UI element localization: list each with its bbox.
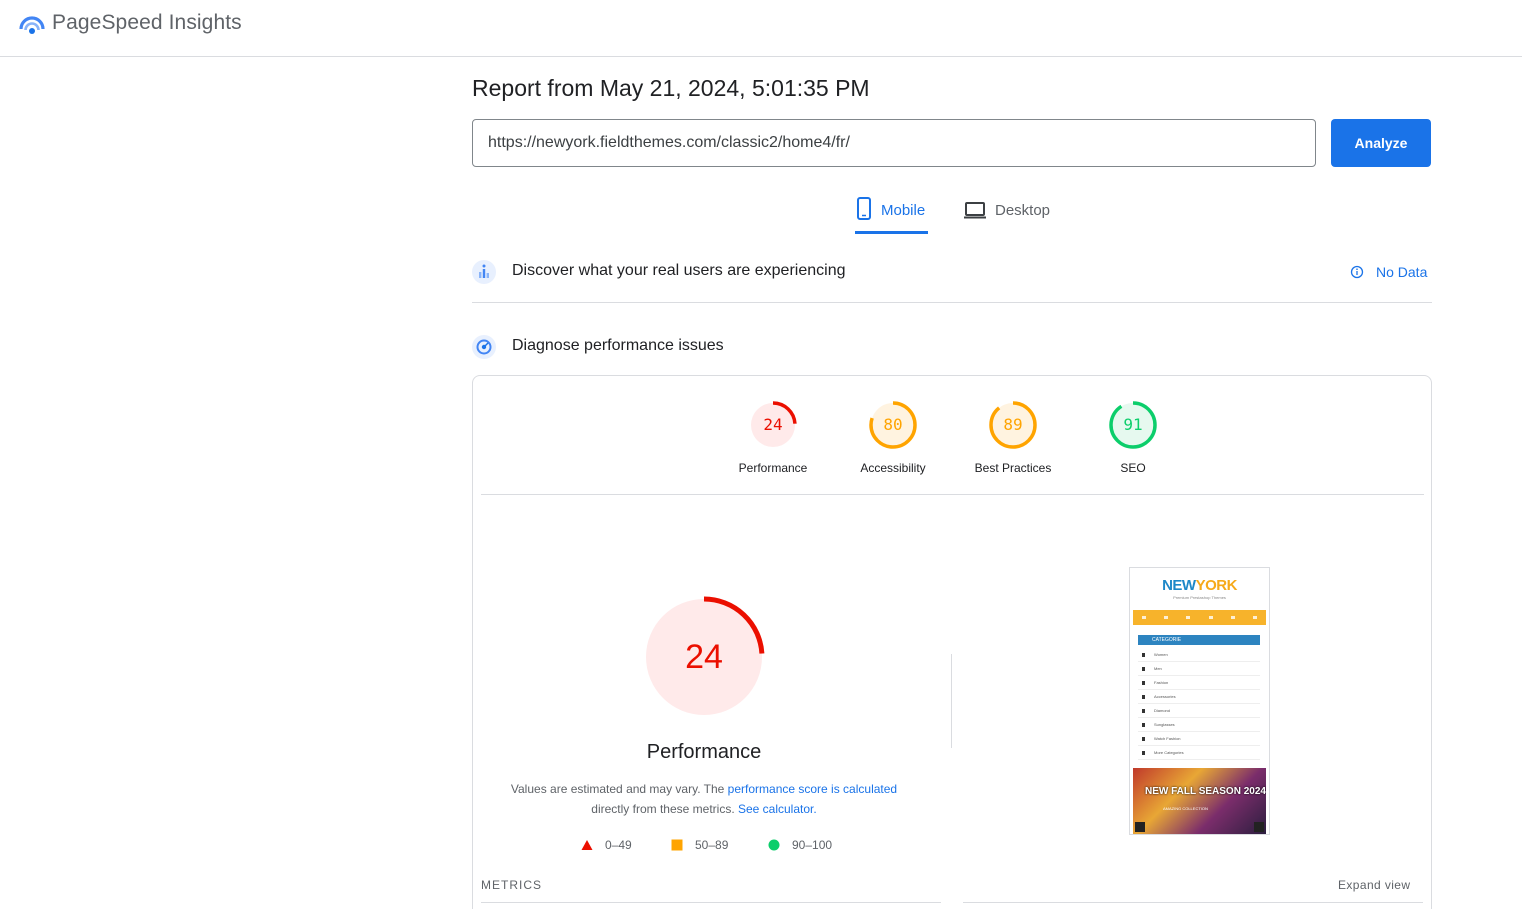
list-item: Sunglasses — [1138, 718, 1260, 732]
laptop-icon — [964, 202, 986, 219]
info-icon — [1350, 265, 1364, 279]
screenshot-toolbar — [1133, 610, 1266, 625]
url-input[interactable] — [472, 119, 1316, 167]
section-divider — [472, 302, 1432, 303]
screenshot-category-list: Women Men Fashion Accessories Diamond Su… — [1138, 648, 1260, 760]
report-title: Report from May 21, 2024, 5:01:35 PM — [472, 75, 870, 101]
gauge-performance[interactable]: 24 — [743, 400, 803, 450]
screenshot-logo: NEWYORK — [1162, 577, 1237, 594]
gauge-accessibility-label[interactable]: Accessibility — [833, 461, 953, 475]
brand-name[interactable]: PageSpeed Insights — [52, 11, 242, 35]
phone-icon — [857, 197, 871, 220]
field-data-title: Discover what your real users are experi… — [512, 262, 846, 279]
legend-fail-range: 0–49 — [605, 838, 632, 852]
note-mid: directly from these metrics. — [591, 802, 738, 816]
legend-pass: 90–100 — [768, 838, 832, 852]
see-calculator-link[interactable]: See calculator. — [738, 802, 817, 816]
list-item: Men — [1138, 662, 1260, 676]
screenshot-banner-subtitle: AMAZING COLLECTION — [1163, 806, 1208, 811]
score-calculated-link[interactable]: performance score is calculated — [728, 782, 897, 796]
screenshot-category-bar: CATEGORIE — [1138, 635, 1260, 645]
screenshot-zoom-icon — [1135, 822, 1145, 832]
tab-mobile[interactable]: Mobile — [855, 196, 928, 234]
gauge-accessibility-value: 80 — [883, 415, 903, 434]
vertical-separator — [951, 654, 952, 748]
legend-pass-range: 90–100 — [792, 838, 833, 852]
gauge-performance-value: 24 — [763, 415, 783, 434]
performance-title: Performance — [646, 741, 762, 763]
metrics-heading: METRICS — [481, 878, 542, 892]
users-chart-icon — [472, 260, 496, 284]
screenshot-subtitle: Premium Prestashop Themes — [1173, 595, 1226, 600]
top-bar: PageSpeed Insights — [0, 0, 1522, 57]
square-icon — [671, 839, 683, 851]
legend-average-range: 50–89 — [695, 838, 729, 852]
gauge-seo-label[interactable]: SEO — [1073, 461, 1193, 475]
metrics-divider-right — [963, 902, 1423, 903]
performance-score: 24 — [685, 638, 723, 676]
card-divider — [481, 494, 1424, 495]
list-item: More Categories — [1138, 746, 1260, 760]
gauge-best-practices-label[interactable]: Best Practices — [953, 461, 1073, 475]
list-item: Accessories — [1138, 690, 1260, 704]
tab-desktop-label: Desktop — [995, 202, 1051, 219]
lab-data-title: Diagnose performance issues — [512, 337, 724, 354]
gauge-performance-label[interactable]: Performance — [713, 461, 833, 475]
screenshot-banner: NEW FALL SEASON 2024 AMAZING COLLECTION — [1133, 768, 1266, 834]
list-item: Diamond — [1138, 704, 1260, 718]
lab-results-card: 24 Performance 80 Accessibility 89 Best … — [472, 375, 1432, 909]
final-screenshot: NEWYORK Premium Prestashop Themes CATEGO… — [1129, 567, 1270, 835]
screenshot-banner-title: NEW FALL SEASON 2024 — [1145, 786, 1266, 797]
analyze-button[interactable]: Analyze — [1331, 119, 1431, 167]
legend-average: 50–89 — [671, 838, 728, 852]
no-data-label: No Data — [1376, 264, 1428, 280]
lab-gauge-icon — [472, 335, 496, 359]
list-item: Women — [1138, 648, 1260, 662]
circle-icon — [768, 839, 780, 851]
gauge-best-practices-value: 89 — [1003, 415, 1023, 434]
tab-desktop[interactable]: Desktop — [963, 196, 1050, 234]
legend-fail: 0–49 — [581, 838, 632, 852]
gauge-seo-value: 91 — [1123, 415, 1143, 434]
expand-view-button[interactable]: Expand view — [1338, 878, 1410, 892]
metrics-divider-left — [481, 902, 941, 903]
screenshot-back-to-top-icon — [1254, 822, 1264, 832]
gauge-accessibility[interactable]: 80 — [863, 400, 923, 450]
note-prefix: Values are estimated and may vary. The — [510, 782, 728, 796]
gauge-best-practices[interactable]: 89 — [983, 400, 1043, 450]
triangle-icon — [581, 840, 593, 850]
pagespeed-logo-icon[interactable] — [18, 12, 46, 38]
list-item: Watch Fashion — [1138, 732, 1260, 746]
tab-mobile-label: Mobile — [881, 202, 926, 219]
gauge-seo[interactable]: 91 — [1103, 400, 1163, 450]
list-item: Fashion — [1138, 676, 1260, 690]
performance-note: Values are estimated and may vary. The p… — [493, 779, 915, 819]
no-data-status[interactable]: No Data — [1350, 264, 1427, 280]
